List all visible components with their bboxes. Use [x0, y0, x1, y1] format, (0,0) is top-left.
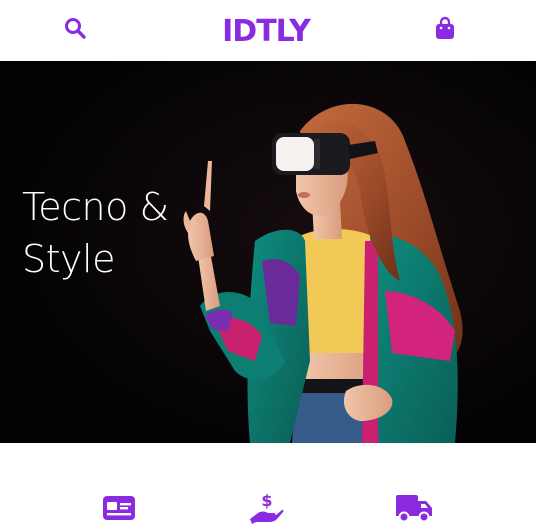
- idtly-logo: IDTLY: [222, 14, 313, 46]
- top-header: IDTLY: [0, 0, 536, 60]
- hero-title: Tecno & Style: [22, 181, 222, 285]
- payment-feature[interactable]: [99, 491, 139, 525]
- shipping-feature[interactable]: [394, 491, 434, 525]
- search-icon: [65, 18, 86, 39]
- logo-text: IDTLY: [222, 14, 312, 46]
- cart-button[interactable]: [431, 14, 459, 42]
- svg-text:$: $: [261, 491, 272, 510]
- delivery-truck-icon: [396, 495, 432, 523]
- pricing-feature[interactable]: $: [246, 491, 286, 525]
- brand-logo[interactable]: IDTLY: [212, 8, 320, 52]
- hero-title-line-2: Style: [22, 237, 115, 281]
- hero-banner[interactable]: Tecno & Style: [0, 61, 536, 443]
- credit-card-icon: [103, 496, 135, 520]
- shopping-bag-icon: [436, 16, 454, 39]
- search-button[interactable]: [61, 14, 89, 42]
- features-row: $: [0, 443, 536, 532]
- page: IDTLY Tecno & Style $: [0, 0, 536, 532]
- hero-title-line-1: Tecno &: [22, 185, 169, 229]
- hand-holding-dollar-icon: $: [250, 491, 284, 524]
